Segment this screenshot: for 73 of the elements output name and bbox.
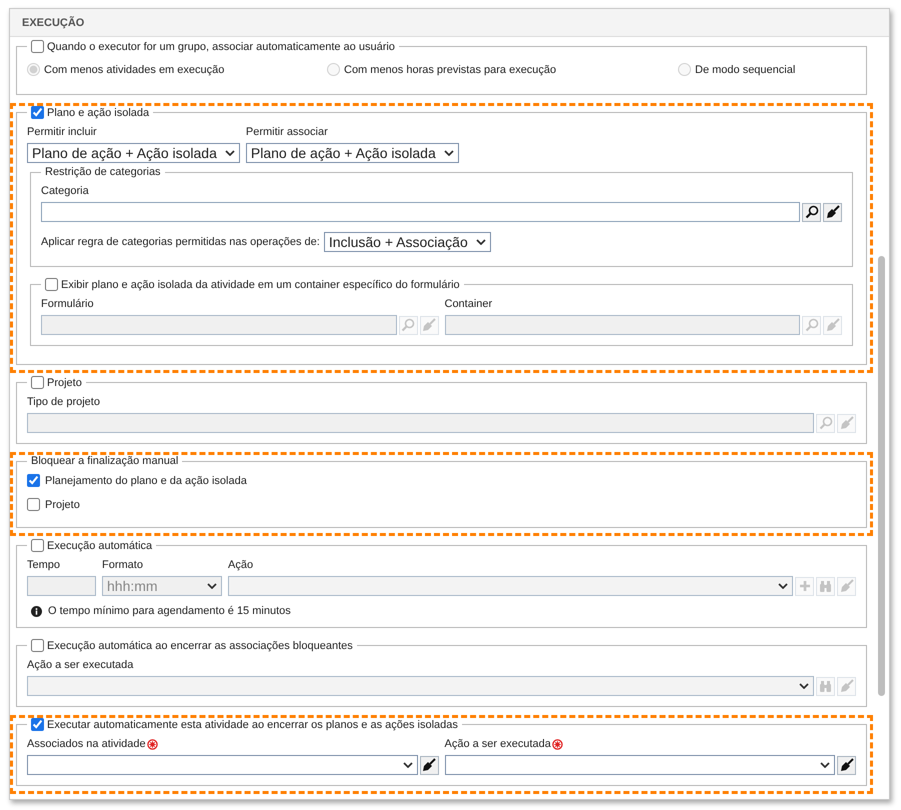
select-field[interactable] (444, 755, 835, 775)
field-label: Ação (228, 559, 254, 571)
select-field[interactable] (27, 755, 418, 775)
brush-icon (422, 758, 436, 772)
checkbox[interactable] (45, 278, 58, 291)
dropdown[interactable]: Plano de ação + Ação isolada (246, 143, 459, 163)
group-title: Projeto (47, 376, 82, 388)
chevron-icon (402, 762, 412, 768)
field-label: Associados na atividade (27, 738, 146, 750)
radio-label: Com menos horas previstas para execução (344, 64, 556, 76)
checkbox[interactable] (31, 376, 44, 389)
checkbox-label: Planejamento do plano e da ação isolada (45, 474, 247, 486)
brush-icon (826, 318, 840, 332)
checkbox[interactable] (31, 40, 44, 53)
chevron-icon (476, 239, 486, 245)
checkbox[interactable] (27, 498, 40, 511)
group-title: Execução automática (47, 540, 152, 552)
clear-button[interactable] (837, 756, 856, 774)
chevron-icon (820, 762, 830, 768)
chevron-icon (778, 583, 788, 589)
group-title: Execução automática ao encerrar as associações bloqueantes (47, 640, 353, 652)
brush-icon (826, 205, 840, 219)
chevron-icon (207, 583, 217, 589)
chevron-icon (444, 150, 454, 156)
brush-icon (840, 416, 854, 430)
checkbox[interactable] (27, 474, 40, 487)
brush-icon (422, 318, 436, 332)
field-label: Categoria (41, 185, 89, 197)
checkbox[interactable] (31, 106, 44, 119)
radio-label: Com menos atividades em execução (44, 64, 224, 76)
group-title: Exibir plano e ação isolada da atividade em um container específico do formulário (61, 278, 460, 290)
field-label: Ação a ser executada (27, 659, 134, 671)
chevron-icon (224, 150, 235, 156)
field-label: Permitir incluir (27, 126, 97, 138)
brush-icon (840, 679, 854, 693)
search-icon (818, 416, 832, 430)
field-label: Tipo de projeto (27, 396, 100, 408)
group-title: Restrição de categorias (45, 166, 161, 178)
field-label: Ação a ser executada (444, 738, 551, 750)
checkbox-label: Projeto (45, 498, 80, 510)
info-icon (31, 606, 42, 616)
plus-icon (798, 580, 810, 592)
field-label: Formulário (41, 298, 94, 310)
checkbox[interactable] (31, 639, 44, 652)
checkbox[interactable] (31, 718, 44, 731)
search-icon (401, 318, 415, 332)
field-label: Formato (102, 559, 143, 571)
search-icon (804, 205, 818, 219)
clear-button[interactable] (420, 756, 438, 774)
field-label: Aplicar regra de categorias permitidas nas operações de: (41, 236, 320, 248)
binoculars-icon (819, 580, 832, 592)
panel-title: EXECUÇÃO (22, 16, 84, 28)
lookup-field[interactable] (41, 202, 800, 222)
brush-icon (840, 758, 854, 772)
radio-label: De modo sequencial (695, 64, 796, 76)
binoculars-icon (819, 680, 832, 692)
field-label: Tempo (27, 559, 60, 571)
group-title: Plano e ação isolada (47, 106, 150, 118)
brush-icon (840, 579, 854, 593)
search-icon (804, 318, 818, 332)
dropdown[interactable]: Plano de ação + Ação isolada (27, 143, 240, 163)
checkbox[interactable] (31, 539, 44, 552)
search-button[interactable] (802, 202, 821, 222)
chevron-icon (799, 683, 809, 689)
group-title: Bloquear a finalização manual (31, 455, 178, 467)
field-label: Permitir associar (246, 126, 328, 138)
note-text: O tempo mínimo para agendamento é 15 minutos (48, 605, 291, 617)
group-title: Quando o executor for um grupo, associar automaticamente ao usuário (47, 40, 395, 52)
clear-button[interactable] (823, 202, 842, 222)
dropdown[interactable]: Inclusão + Associação (324, 232, 491, 252)
group-title: Executar automaticamente esta atividade ao encerrar os planos e as ações isoladas (47, 718, 458, 730)
field-label: Container (444, 298, 492, 310)
scrollbar[interactable] (878, 256, 884, 696)
